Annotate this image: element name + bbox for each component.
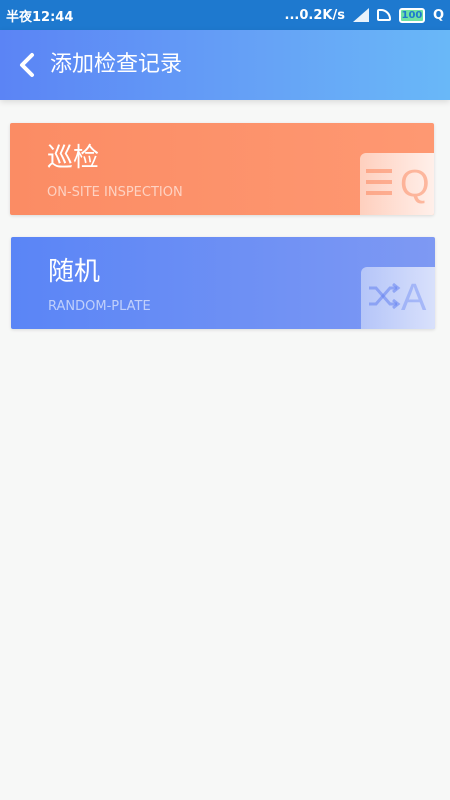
signal-icon — [352, 8, 369, 22]
back-button[interactable] — [12, 48, 42, 82]
badge-letter: Q — [400, 163, 430, 205]
card-subtitle: ON-SITE INSPECTION — [47, 185, 183, 200]
status-indicators: ...0.2K/s 100 Q — [284, 7, 444, 23]
wifi-icon — [376, 9, 391, 21]
badge-letter: A — [401, 277, 427, 319]
status-bar: 半夜12:44 ...0.2K/s 100 Q — [0, 0, 450, 30]
app-header: 添加检查记录 — [0, 30, 450, 100]
network-speed: ...0.2K/s — [284, 7, 345, 23]
inspection-badge: Q — [360, 153, 434, 215]
page-title: 添加检查记录 — [50, 52, 183, 77]
search-icon[interactable]: Q — [433, 8, 444, 23]
battery-icon: 100 — [398, 7, 425, 23]
shuffle-icon — [369, 282, 401, 310]
status-time: 半夜12:44 — [6, 9, 74, 25]
chevron-left-icon — [20, 53, 34, 77]
card-on-site-inspection[interactable]: 巡检 ON-SITE INSPECTION Q — [10, 123, 434, 215]
random-badge: A — [361, 267, 435, 329]
card-random-plate[interactable]: 随机 RANDOM-PLATE A — [11, 237, 435, 329]
card-title: 巡检 — [47, 143, 100, 173]
app-screen: 半夜12:44 ...0.2K/s 100 Q 添加检查记录 巡检 ON-SIT… — [0, 0, 450, 800]
card-title: 随机 — [48, 257, 101, 287]
list-icon — [366, 169, 392, 195]
card-subtitle: RANDOM-PLATE — [48, 299, 151, 314]
